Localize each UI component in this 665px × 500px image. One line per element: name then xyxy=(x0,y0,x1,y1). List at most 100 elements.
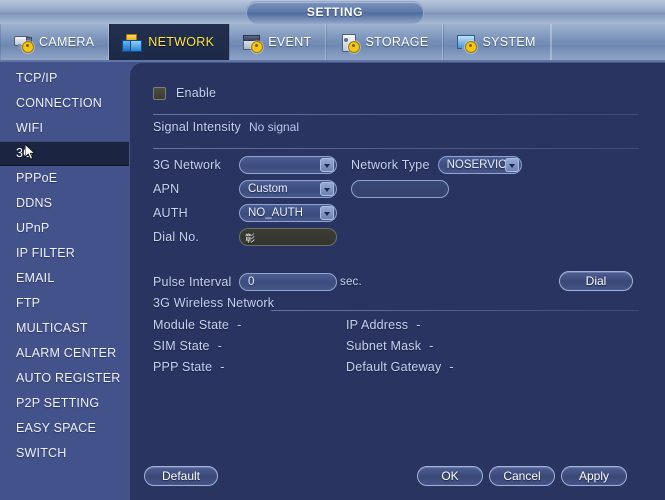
ip-address-label: IP Address xyxy=(346,318,409,332)
pulse-interval-unit: sec. xyxy=(340,276,362,288)
settings-panel-3g: Enable Signal Intensity No signal 3G Net… xyxy=(129,62,665,500)
chevron-down-icon[interactable] xyxy=(320,206,334,220)
cancel-button[interactable]: Cancel xyxy=(489,466,555,486)
dial-button[interactable]: Dial xyxy=(559,271,633,291)
tab-network[interactable]: NETWORK xyxy=(109,24,230,60)
sidebar-item-p2p-setting[interactable]: P2P SETTING xyxy=(0,391,129,416)
sidebar-item-label: WIFI xyxy=(16,121,44,135)
sidebar-item-3g[interactable]: 3G xyxy=(0,141,129,166)
sidebar-item-multicast[interactable]: MULTICAST xyxy=(0,316,129,341)
3g-network-row: 3G Network Network Type NOSERVICE xyxy=(153,156,522,174)
chevron-down-icon[interactable] xyxy=(320,182,334,196)
tab-camera-label: CAMERA xyxy=(39,35,95,49)
module-state-row: Module State - xyxy=(153,318,241,332)
apn-row: APN Custom xyxy=(153,180,449,198)
setting-window: SETTING CAMERA NETWORK EVENT STORAGE SYS… xyxy=(0,0,665,500)
sidebar-item-ddns[interactable]: DDNS xyxy=(0,191,129,216)
enable-row: Enable xyxy=(153,86,216,100)
subnet-mask-label: Subnet Mask xyxy=(346,339,422,353)
sidebar-item-pppoe[interactable]: PPPoE xyxy=(0,166,129,191)
ppp-state-row: PPP State - xyxy=(153,360,225,374)
sidebar-item-label: EMAIL xyxy=(16,271,55,285)
sidebar-item-wifi[interactable]: WIFI xyxy=(0,116,129,141)
sidebar-item-label: DDNS xyxy=(16,196,53,210)
dial-no-value: 彰 xyxy=(245,233,255,245)
sidebar-item-label: MULTICAST xyxy=(16,321,88,335)
3g-network-label: 3G Network xyxy=(153,158,221,172)
apn-text-input[interactable] xyxy=(351,180,449,198)
sidebar-item-auto-register[interactable]: AUTO REGISTER xyxy=(0,366,129,391)
tab-camera[interactable]: CAMERA xyxy=(0,24,110,60)
sidebar-item-label: UPnP xyxy=(16,221,50,235)
ppp-state-label: PPP State xyxy=(153,360,213,374)
ip-address-row: IP Address - xyxy=(346,318,421,332)
sidebar-item-ftp[interactable]: FTP xyxy=(0,291,129,316)
auth-row: AUTH NO_AUTH xyxy=(153,204,337,222)
auth-select[interactable]: NO_AUTH xyxy=(239,204,337,222)
sidebar-item-label: P2P SETTING xyxy=(16,396,100,410)
signal-intensity-label: Signal Intensity xyxy=(153,120,241,134)
tab-storage[interactable]: STORAGE xyxy=(326,24,444,60)
dial-no-row: Dial No. 彰 xyxy=(153,228,337,246)
sidebar-item-switch[interactable]: SWITCH xyxy=(0,441,129,466)
divider-1 xyxy=(153,114,639,115)
apn-label: APN xyxy=(153,182,180,196)
network-type-select[interactable]: NOSERVICE xyxy=(437,156,522,174)
settings-sidebar: TCP/IP CONNECTION WIFI 3G PPPoE DDNS UPn… xyxy=(0,62,129,500)
sidebar-item-easy-space[interactable]: EASY SPACE xyxy=(0,416,129,441)
ppp-state-value: - xyxy=(220,360,225,374)
sidebar-item-label: EASY SPACE xyxy=(16,421,97,435)
module-state-value: - xyxy=(237,318,242,332)
ip-address-value: - xyxy=(416,318,421,332)
pulse-interval-input[interactable]: 0 xyxy=(239,273,337,291)
dial-no-input[interactable]: 彰 xyxy=(239,228,337,246)
default-button[interactable]: Default xyxy=(144,466,218,486)
enable-checkbox[interactable] xyxy=(153,86,166,100)
signal-intensity-row: Signal Intensity No signal xyxy=(153,120,299,134)
network-type-value: NOSERVICE xyxy=(446,159,515,171)
subnet-mask-value: - xyxy=(429,339,434,353)
storage-icon xyxy=(339,33,361,53)
pulse-interval-label: Pulse Interval xyxy=(153,275,232,289)
sidebar-item-label: FTP xyxy=(16,296,41,310)
wireless-section-title: 3G Wireless Network xyxy=(153,296,275,310)
chevron-down-icon[interactable] xyxy=(320,158,334,172)
sim-state-label: SIM State xyxy=(153,339,210,353)
subnet-mask-row: Subnet Mask - xyxy=(346,339,434,353)
sidebar-item-label: PPPoE xyxy=(16,171,58,185)
title-bar: SETTING xyxy=(0,0,665,25)
event-icon xyxy=(242,33,264,53)
tab-event-label: EVENT xyxy=(268,35,312,49)
tab-bar-filler xyxy=(550,24,665,60)
sidebar-item-label: AUTO REGISTER xyxy=(16,371,121,385)
main-tab-bar: CAMERA NETWORK EVENT STORAGE SYSTEM xyxy=(0,24,665,62)
tab-storage-label: STORAGE xyxy=(365,35,429,49)
signal-intensity-value: No signal xyxy=(248,120,300,134)
sidebar-item-upnp[interactable]: UPnP xyxy=(0,216,129,241)
default-gateway-label: Default Gateway xyxy=(346,360,442,374)
module-state-label: Module State xyxy=(153,318,230,332)
apply-button[interactable]: Apply xyxy=(561,466,627,486)
sidebar-item-tcpip[interactable]: TCP/IP xyxy=(0,66,129,91)
sidebar-item-label: CONNECTION xyxy=(16,96,103,110)
apn-select[interactable]: Custom xyxy=(239,180,337,198)
tab-event[interactable]: EVENT xyxy=(229,24,327,60)
tab-system-label: SYSTEM xyxy=(482,35,536,49)
sidebar-item-label: TCP/IP xyxy=(16,71,58,85)
sim-state-row: SIM State - xyxy=(153,339,222,353)
sidebar-item-ip-filter[interactable]: IP FILTER xyxy=(0,241,129,266)
camera-icon xyxy=(13,33,34,53)
network-type-label: Network Type xyxy=(351,158,430,172)
sidebar-item-alarm-center[interactable]: ALARM CENTER xyxy=(0,341,129,366)
sidebar-item-connection[interactable]: CONNECTION xyxy=(0,91,129,116)
pulse-interval-row: Pulse Interval 0 sec. xyxy=(153,273,362,291)
enable-label: Enable xyxy=(176,86,217,100)
3g-network-select[interactable] xyxy=(239,156,337,174)
dial-no-label: Dial No. xyxy=(153,230,200,244)
ok-button[interactable]: OK xyxy=(417,466,483,486)
chevron-down-icon[interactable] xyxy=(504,158,519,172)
tab-system[interactable]: SYSTEM xyxy=(443,24,551,60)
apn-value: Custom xyxy=(248,183,288,195)
pulse-interval-value: 0 xyxy=(248,276,255,288)
sidebar-item-email[interactable]: EMAIL xyxy=(0,266,129,291)
